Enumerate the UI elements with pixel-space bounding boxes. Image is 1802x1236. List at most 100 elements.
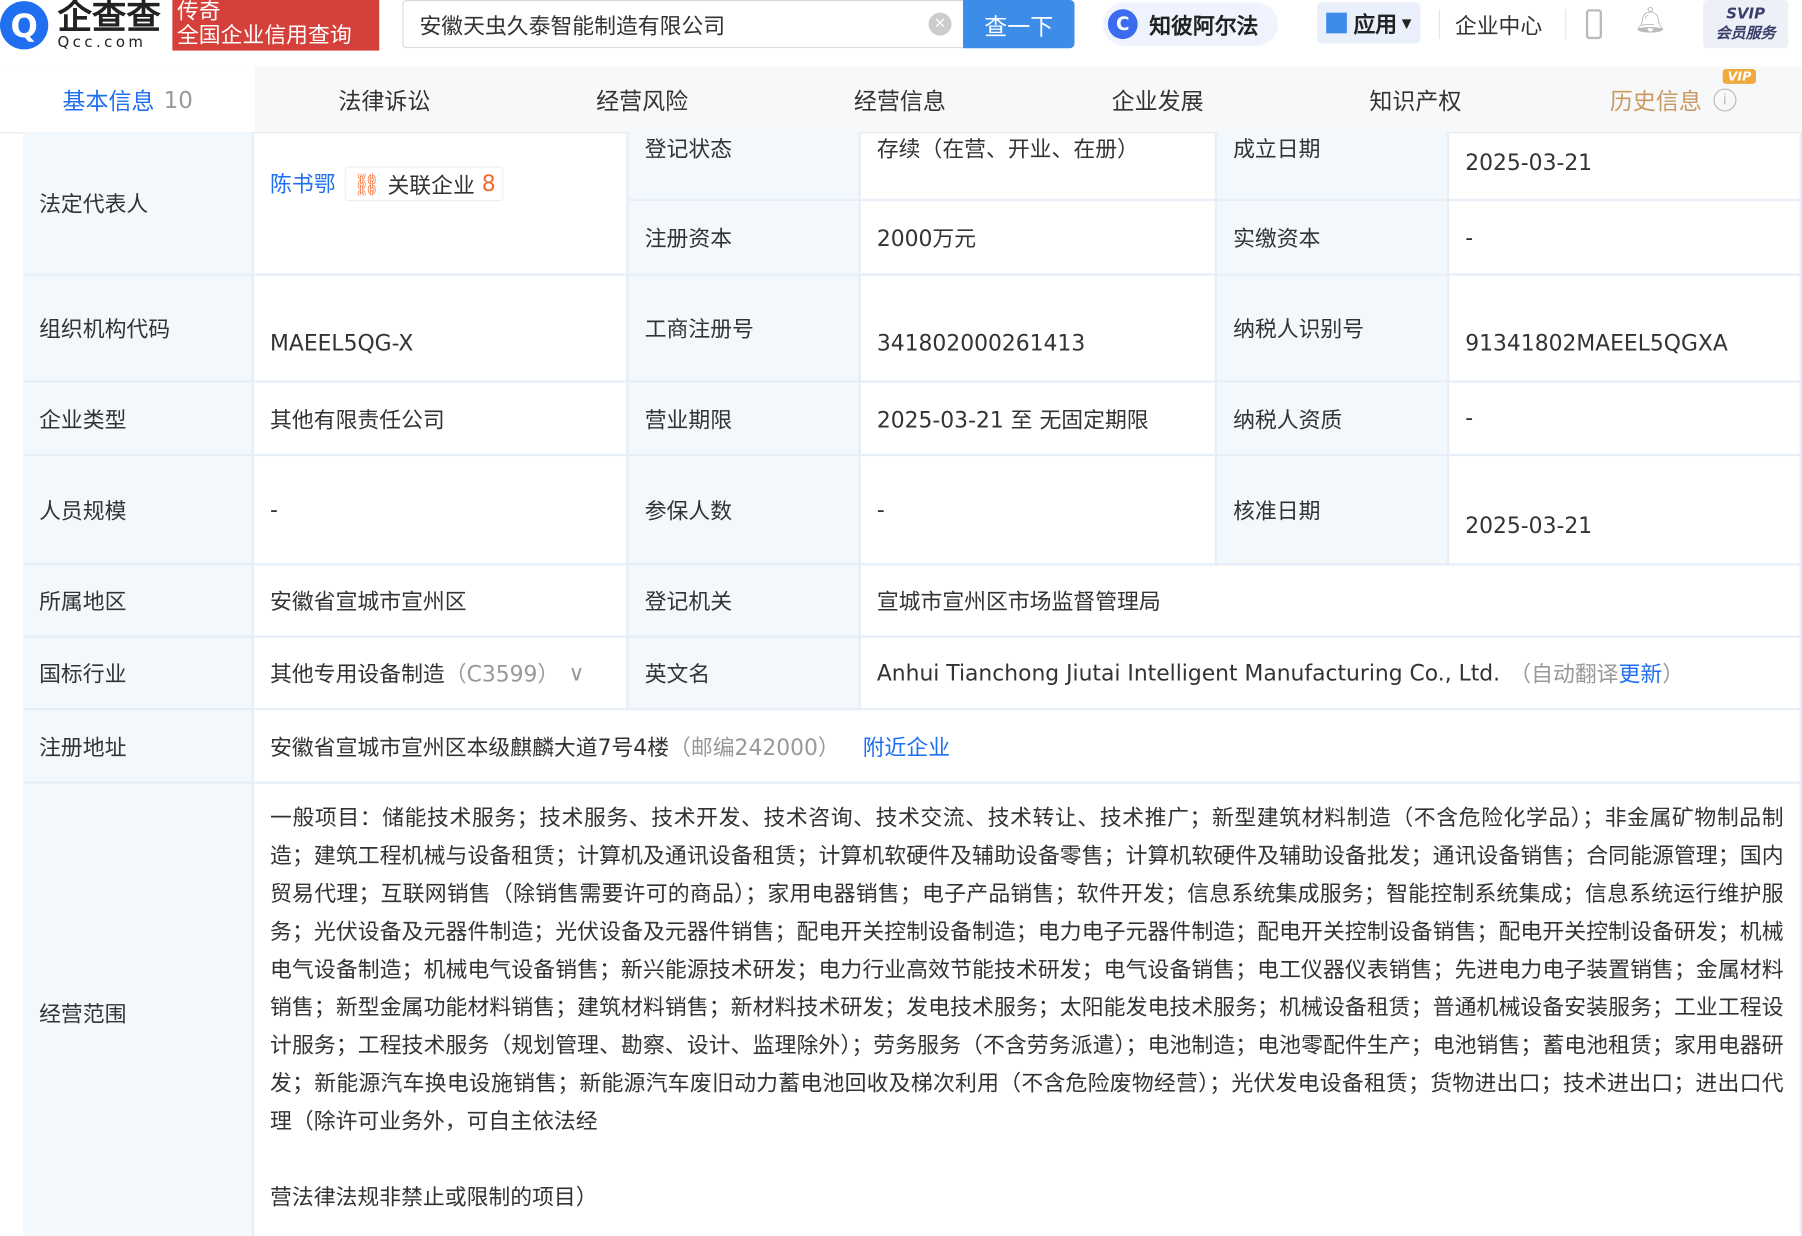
nearby-companies-link[interactable]: 附近企业 — [863, 730, 950, 761]
insured-value: - — [860, 456, 1218, 566]
network-icon: ⛓ — [352, 171, 381, 198]
org-code-label: 组织机构代码 — [22, 275, 254, 383]
auto-translate-note: （自动翻译 — [1509, 661, 1619, 688]
tab-label: 经营风险 — [596, 87, 689, 115]
tab-label: 知识产权 — [1369, 87, 1462, 115]
reg-capital-value: 2000万元 — [860, 201, 1218, 276]
search-value: 安徽天虫久泰智能制造有限公司 — [419, 13, 726, 39]
term-value: 2025-03-21 至 无固定期限 — [860, 382, 1218, 457]
enterprise-center-link[interactable]: 企业中心 — [1455, 9, 1542, 40]
apps-menu-button[interactable]: 应用 ▼ — [1316, 2, 1421, 44]
paid-capital-label: 实缴资本 — [1217, 201, 1450, 276]
english-name: Anhui Tianchong Jiutai Intelligent Manuf… — [876, 660, 1501, 686]
paren: ） — [1662, 661, 1685, 688]
clear-icon[interactable]: × — [928, 12, 952, 36]
tab-history[interactable]: 历史信息 i VIP — [1544, 67, 1802, 133]
top-header: Q 企查查 Qcc.com 传奇 全国企业信用查询 安徽天虫久泰智能制造有限公司 × … — [0, 0, 1802, 68]
insured-label: 参保人数 — [628, 456, 861, 566]
paid-capital-value: - — [1449, 201, 1802, 276]
approve-label: 核准日期 — [1217, 456, 1450, 566]
english-name-value: Anhui Tianchong Jiutai Intelligent Manuf… — [860, 637, 1802, 711]
found-date-label: 成立日期 — [1217, 132, 1450, 202]
tab-ip[interactable]: 知识产权 — [1286, 67, 1544, 133]
search-button[interactable]: 查一下 — [963, 0, 1075, 49]
mobile-icon[interactable] — [1585, 9, 1602, 40]
vip-badge: VIP — [1723, 68, 1756, 84]
promo-line1: 传奇 — [176, 0, 221, 25]
tab-operating-info[interactable]: 经营信息 — [771, 67, 1029, 133]
ai-label: 知彼阿尔法 — [1149, 13, 1259, 39]
scope-label: 经营范围 — [22, 783, 254, 1236]
type-label: 企业类型 — [22, 382, 254, 457]
scope-value: 一般项目：储能技术服务；技术服务、技术开发、技术咨询、技术交流、技术转让、技术推… — [254, 783, 1802, 1236]
legal-rep-link[interactable]: 陈书鄂 — [270, 172, 336, 197]
ai-assistant-button[interactable]: C 知彼阿尔法 — [1103, 2, 1278, 46]
staff-value: - — [253, 456, 629, 566]
term-label: 营业期限 — [628, 382, 861, 457]
tab-label: 经营信息 — [853, 87, 946, 115]
address-label: 注册地址 — [22, 710, 254, 784]
tab-operating-risk[interactable]: 经营风险 — [513, 67, 771, 133]
tab-label: 历史信息 — [1609, 87, 1702, 115]
found-date-value: 2025-03-21 — [1449, 132, 1802, 202]
related-label: 关联企业 — [387, 172, 475, 199]
tab-basic-info[interactable]: 基本信息 10 — [0, 66, 256, 133]
tab-legal[interactable]: 法律诉讼 — [255, 67, 513, 133]
biz-reg-no-label: 工商注册号 — [628, 275, 861, 383]
qcc-logo[interactable]: Q 企查查 Qcc.com — [0, 0, 161, 51]
promo-banner[interactable]: 传奇 全国企业信用查询 — [172, 0, 380, 51]
reg-capital-label: 注册资本 — [628, 201, 861, 276]
svip-subtitle: 会员服务 — [1715, 25, 1776, 43]
tab-count: 10 — [163, 85, 193, 114]
tax-qual-value: - — [1449, 382, 1802, 457]
tab-label: 基本信息 — [62, 87, 155, 115]
approve-value: 2025-03-21 — [1449, 456, 1802, 566]
update-translation-link[interactable]: 更新 — [1619, 657, 1663, 688]
authority-value: 宣城市宣州区市场监督管理局 — [860, 565, 1802, 638]
region-label: 所属地区 — [22, 565, 254, 638]
taxpayer-id-value: 91341802MAEEL5QGXA — [1449, 275, 1802, 383]
logo-text: 企查查 — [57, 0, 161, 38]
caret-down-icon: ▼ — [1401, 15, 1412, 31]
svip-button[interactable]: SVIP 会员服务 — [1703, 0, 1789, 49]
authority-label: 登记机关 — [628, 565, 861, 638]
staff-label: 人员规模 — [22, 456, 254, 566]
grid-icon — [1325, 12, 1347, 34]
section-tabs: 基本信息 10 法律诉讼 经营风险 经营信息 企业发展 知识产权 历史信息 i VIP — [0, 66, 1802, 134]
divider — [1565, 9, 1567, 40]
svip-title: SVIP — [1726, 5, 1766, 23]
search-input[interactable]: 安徽天虫久泰智能制造有限公司 × — [402, 0, 964, 49]
english-name-label: 英文名 — [628, 637, 861, 711]
ai-logo-icon: C — [1107, 9, 1138, 40]
industry-code: （C3599） — [444, 661, 560, 688]
industry-name: 其他专用设备制造 — [270, 661, 445, 688]
reg-status-value: 存续（在营、开业、在册） — [860, 132, 1218, 202]
chevron-down-icon[interactable]: ∨ — [568, 660, 584, 685]
info-icon[interactable]: i — [1713, 87, 1737, 111]
scope-text: 一般项目：储能技术服务；技术服务、技术开发、技术咨询、技术交流、技术转让、技术推… — [270, 805, 1784, 1135]
bell-icon[interactable]: 🔔︎ — [1634, 7, 1666, 36]
postcode: （邮编242000） — [669, 734, 840, 761]
industry-value[interactable]: 其他专用设备制造 （C3599） ∨ — [253, 637, 629, 711]
tax-qual-label: 纳税人资质 — [1217, 382, 1450, 457]
divider — [1438, 9, 1440, 40]
region-value: 安徽省宣城市宣州区 — [253, 565, 629, 638]
related-companies-button[interactable]: ⛓ 关联企业 8 — [344, 166, 504, 202]
biz-reg-no-value: 341802000261413 — [860, 275, 1218, 383]
address-text: 安徽省宣城市宣州区本级麒麟大道7号4楼 — [270, 734, 670, 761]
address-value: 安徽省宣城市宣州区本级麒麟大道7号4楼 （邮编242000） 附近企业 — [253, 710, 1802, 784]
reg-status-label: 登记状态 — [628, 132, 861, 202]
promo-line2: 全国企业信用查询 — [176, 22, 352, 49]
org-code-value: MAEEL5QG-X — [253, 275, 629, 383]
scope-text-tail: 营法律法规非禁止或限制的项目） — [270, 1184, 598, 1211]
tab-label: 企业发展 — [1111, 87, 1204, 115]
taxpayer-id-label: 纳税人识别号 — [1217, 275, 1450, 383]
legal-rep-value: 陈书鄂 ⛓ 关联企业 8 — [253, 132, 629, 276]
related-count: 8 — [481, 171, 496, 197]
industry-label: 国标行业 — [22, 637, 254, 711]
tab-development[interactable]: 企业发展 — [1029, 67, 1287, 133]
legal-rep-label: 法定代表人 — [22, 132, 254, 276]
type-value: 其他有限责任公司 — [253, 382, 629, 457]
logo-icon: Q — [0, 1, 49, 50]
apps-label: 应用 — [1353, 12, 1398, 38]
